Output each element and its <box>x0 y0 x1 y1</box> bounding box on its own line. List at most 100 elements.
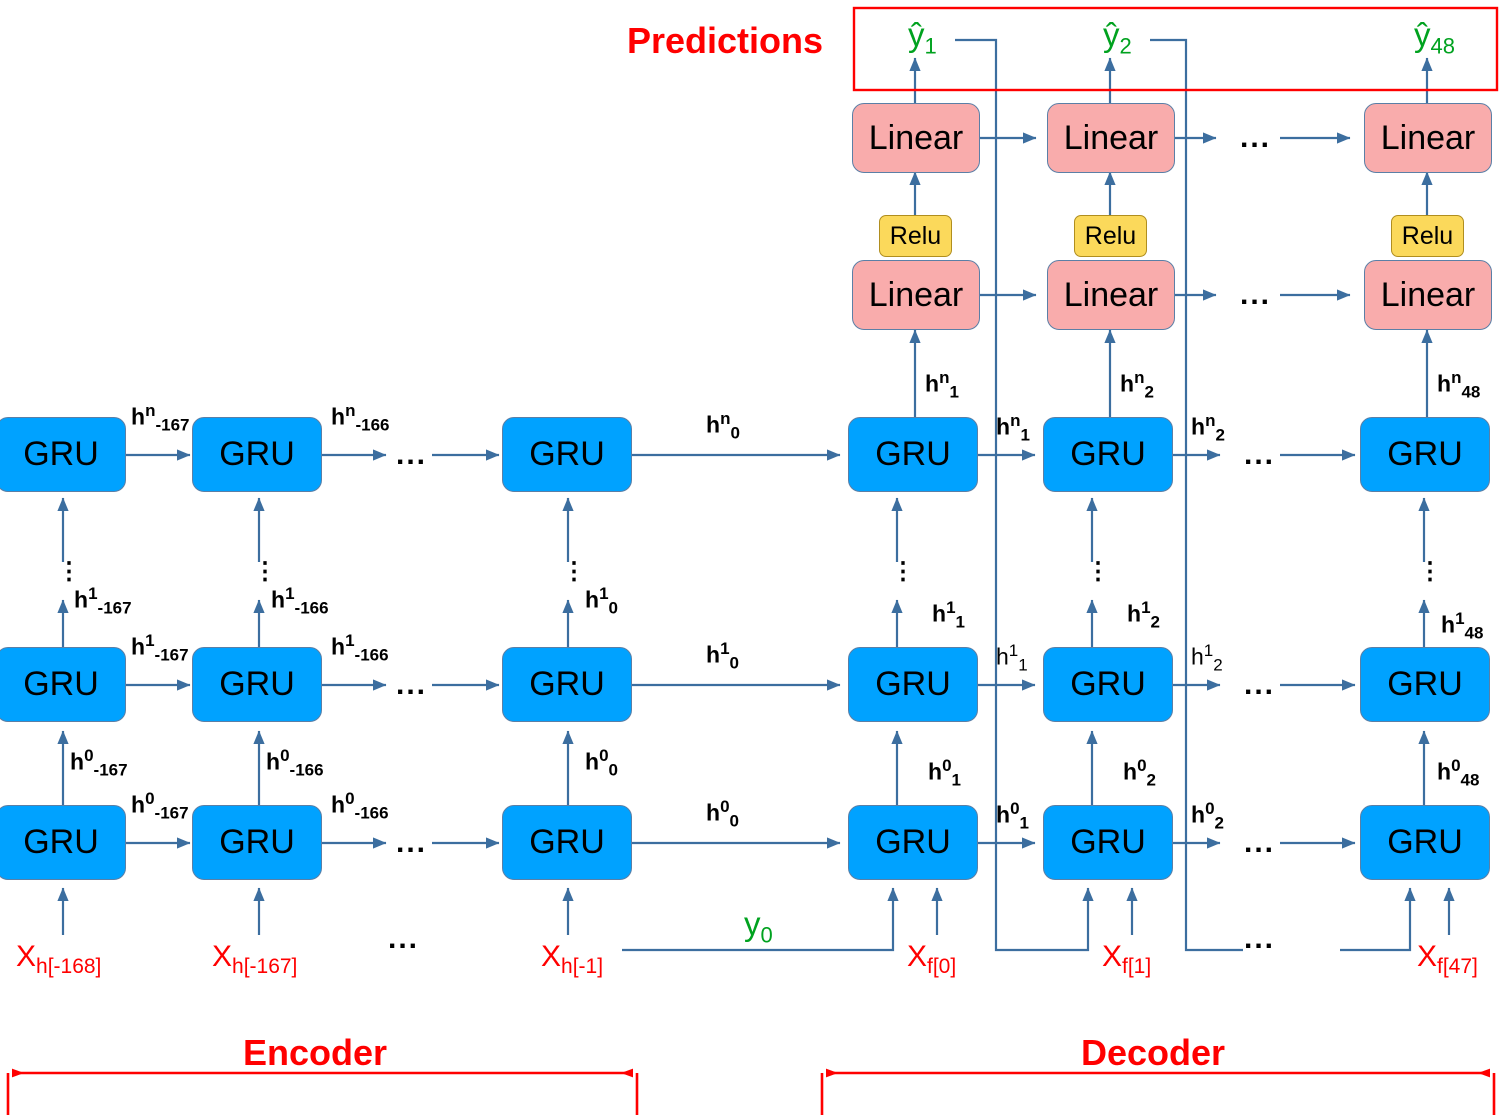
decoder-input-label-col-1: Xf[0] <box>907 940 957 978</box>
encoder-gru-layer-n-col-3[interactable]: GRU <box>502 417 632 492</box>
hlabel-dec-ln-h-1: hn1 <box>996 411 1030 445</box>
hlabel-dec-l1-v-1: h11 <box>932 598 965 632</box>
decoder-output-linear-col-2[interactable]: Linear <box>1047 103 1175 173</box>
linear-label: Linear <box>1063 118 1159 157</box>
gru-label: GRU <box>1070 665 1146 703</box>
decoder-ellipsis-layer-1: ... <box>1244 668 1276 701</box>
decoder-gru-layer-1-col-48[interactable]: GRU <box>1360 647 1490 722</box>
decoder-hidden-linear-col-2[interactable]: Linear <box>1047 260 1175 330</box>
hlabel-dec-ln-v-1: hn1 <box>925 368 959 402</box>
encoder-gru-layer-1-col-2[interactable]: GRU <box>192 647 322 722</box>
gru-label: GRU <box>23 435 99 473</box>
hlabel-dec-ln-v-2: hn2 <box>1120 368 1154 402</box>
hlabel-enc-l1-h-1: h1-167 <box>131 631 189 665</box>
decoder-gru-layer-0-col-1[interactable]: GRU <box>848 805 978 880</box>
encoder-ellipsis-layer-1: ... <box>396 668 428 701</box>
gru-label: GRU <box>1387 823 1463 861</box>
encoder-gru-layer-1-col-1[interactable]: GRU <box>0 647 126 722</box>
gru-label: GRU <box>875 665 951 703</box>
gru-label: GRU <box>23 665 99 703</box>
gru-label: GRU <box>1070 823 1146 861</box>
gru-label: GRU <box>23 823 99 861</box>
decoder-ellipsis-inputs: ... <box>1244 922 1276 955</box>
encoder-gru-layer-n-col-2[interactable]: GRU <box>192 417 322 492</box>
gru-label: GRU <box>1070 435 1146 473</box>
gru-label: GRU <box>875 435 951 473</box>
hlabel-dec-ln-v-48: hn48 <box>1437 368 1481 402</box>
decoder-gru-layer-0-col-2[interactable]: GRU <box>1043 805 1173 880</box>
decoder-relu-col-2[interactable]: Relu <box>1074 215 1147 257</box>
hlabel-dec-l0-h-2: h02 <box>1191 799 1224 833</box>
relu-label: Relu <box>889 221 942 250</box>
gru-label: GRU <box>219 665 295 703</box>
relu-label: Relu <box>1401 221 1454 250</box>
gru-label: GRU <box>219 823 295 861</box>
prediction-label-48: ŷ48 <box>1414 16 1455 59</box>
encoder-gru-layer-0-col-3[interactable]: GRU <box>502 805 632 880</box>
prediction-label-1: ŷ1 <box>908 16 937 59</box>
decoder-gru-layer-n-col-48[interactable]: GRU <box>1360 417 1490 492</box>
linear-label: Linear <box>868 275 964 314</box>
predictions-title: Predictions <box>627 20 824 61</box>
hlabel-enc-l1-v-2: h1-166 <box>271 584 329 618</box>
decoder-output-linear-col-48[interactable]: Linear <box>1364 103 1492 173</box>
gru-label: GRU <box>875 823 951 861</box>
decoder-section-label: Decoder <box>1081 1032 1226 1073</box>
encoder-gru-layer-0-col-2[interactable]: GRU <box>192 805 322 880</box>
encoder-input-label-col-2: Xh[-167] <box>212 940 298 978</box>
decoder-relu-col-48[interactable]: Relu <box>1391 215 1464 257</box>
linear-label: Linear <box>868 118 964 157</box>
encoder-input-label-col-3: Xh[-1] <box>541 940 604 978</box>
hlabel-enc-l0-v-1: h0-167 <box>70 746 128 780</box>
hlabel-enc-ln-h-1: hn-167 <box>131 401 190 435</box>
encoder-gru-layer-0-col-1[interactable]: GRU <box>0 805 126 880</box>
decoder-gru-layer-1-col-2[interactable]: GRU <box>1043 647 1173 722</box>
encoder-ellipsis-layer-0: ... <box>396 826 428 859</box>
gru-label: GRU <box>529 823 605 861</box>
decoder-hidden-linear-col-1[interactable]: Linear <box>852 260 980 330</box>
decoder-vertical-ellipsis-col-48: ⋮ <box>1418 558 1442 585</box>
hlabel-enc-ln-h-3: hn0 <box>706 409 740 443</box>
linear-label: Linear <box>1063 275 1159 314</box>
encoder-gru-layer-1-col-3[interactable]: GRU <box>502 647 632 722</box>
decoder-input-label-col-48: Xf[47] <box>1417 940 1478 978</box>
gru-label: GRU <box>529 665 605 703</box>
hlabel-dec-l0-v-48: h048 <box>1437 756 1480 790</box>
predictions-box <box>852 6 1499 92</box>
decoder-ellipsis-layer-n: ... <box>1244 438 1276 471</box>
hlabel-dec-l1-v-2: h12 <box>1127 598 1160 632</box>
decoder-ellipsis-layer-0: ... <box>1244 826 1276 859</box>
decoder-gru-layer-n-col-1[interactable]: GRU <box>848 417 978 492</box>
decoder-gru-layer-1-col-1[interactable]: GRU <box>848 647 978 722</box>
encoder-vertical-ellipsis-col-2: ⋮ <box>253 558 277 585</box>
hlabel-enc-l1-v-3: h10 <box>585 584 618 618</box>
decoder-gru-layer-n-col-2[interactable]: GRU <box>1043 417 1173 492</box>
encoder-vertical-ellipsis-col-1: ⋮ <box>57 558 81 585</box>
hlabel-dec-l1-h-1: h11 <box>996 641 1028 675</box>
hlabel-enc-l0-h-2: h0-166 <box>331 789 389 823</box>
hlabel-enc-l1-v-1: h1-167 <box>74 584 132 618</box>
decoder-hidden-linear-col-48[interactable]: Linear <box>1364 260 1492 330</box>
decoder-gru-layer-0-col-48[interactable]: GRU <box>1360 805 1490 880</box>
hlabel-enc-l0-h-1: h0-167 <box>131 789 189 823</box>
decoder-relu-col-1[interactable]: Relu <box>879 215 952 257</box>
teacher-forcing-label-y0: y0 <box>744 905 773 948</box>
encoder-gru-layer-n-col-1[interactable]: GRU <box>0 417 126 492</box>
gru-label: GRU <box>219 435 295 473</box>
hlabel-dec-l1-h-2: h12 <box>1191 641 1223 675</box>
hlabel-enc-l0-v-3: h00 <box>585 746 618 780</box>
hlabel-enc-l1-h-3: h10 <box>706 639 739 673</box>
decoder-input-label-col-2: Xf[1] <box>1102 940 1152 978</box>
encoder-ellipsis-layer-n: ... <box>396 438 428 471</box>
hlabel-dec-l1-v-48: h148 <box>1441 609 1484 643</box>
hlabel-enc-l0-v-2: h0-166 <box>266 746 324 780</box>
encoder-ellipsis-inputs: ... <box>388 922 420 955</box>
decoder-vertical-ellipsis-col-2: ⋮ <box>1086 558 1110 585</box>
encoder-input-label-col-1: Xh[-168] <box>16 940 102 978</box>
hlabel-enc-l0-h-3: h00 <box>706 797 739 831</box>
decoder-ellipsis-output-linear: ... <box>1240 121 1272 154</box>
gru-label: GRU <box>1387 665 1463 703</box>
decoder-output-linear-col-1[interactable]: Linear <box>852 103 980 173</box>
encoder-vertical-ellipsis-col-3: ⋮ <box>562 558 586 585</box>
hlabel-dec-l0-v-1: h01 <box>928 756 961 790</box>
